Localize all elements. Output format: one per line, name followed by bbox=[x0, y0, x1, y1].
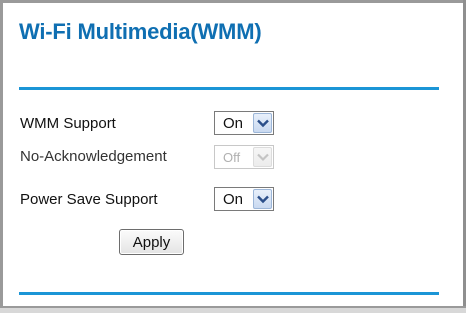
chevron-down-icon[interactable] bbox=[253, 189, 272, 209]
page-title: Wi-Fi Multimedia(WMM) bbox=[19, 19, 262, 44]
wmm-panel: Wi-Fi Multimedia(WMM) WMM Support On No-… bbox=[0, 0, 472, 313]
wmm-support-label: WMM Support bbox=[20, 115, 116, 132]
wmm-support-select[interactable]: On bbox=[214, 111, 274, 135]
wmm-support-value: On bbox=[223, 115, 244, 132]
header-divider bbox=[19, 87, 439, 90]
panel-border-left bbox=[0, 0, 3, 313]
no-acknowledgement-value: Off bbox=[223, 150, 241, 165]
apply-button[interactable]: Apply bbox=[119, 229, 184, 255]
panel-border-bottom-line bbox=[0, 306, 466, 308]
chevron-down-icon bbox=[253, 147, 272, 167]
panel-border-right bbox=[463, 0, 466, 313]
footer-divider bbox=[19, 292, 439, 295]
power-save-support-select[interactable]: On bbox=[214, 187, 274, 211]
panel-border-top bbox=[0, 0, 466, 3]
no-acknowledgement-label: No-Acknowledgement bbox=[20, 148, 167, 165]
no-acknowledgement-select: Off bbox=[214, 145, 274, 169]
power-save-support-value: On bbox=[223, 191, 244, 208]
power-save-support-label: Power Save Support bbox=[20, 191, 158, 208]
chevron-down-icon[interactable] bbox=[253, 113, 272, 133]
